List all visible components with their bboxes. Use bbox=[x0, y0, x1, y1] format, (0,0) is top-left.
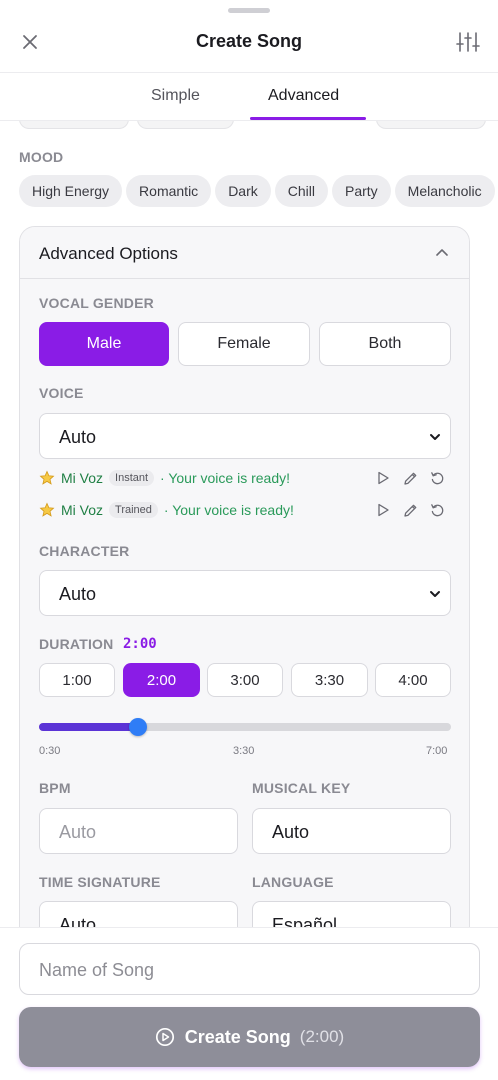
edit-voice-button[interactable] bbox=[401, 501, 419, 519]
vocal-gender-female-button[interactable]: Female bbox=[178, 322, 310, 366]
slider-max-label: 7:00 bbox=[426, 745, 448, 757]
advanced-options-panel: Advanced Options VOCAL GENDER Male Femal… bbox=[19, 226, 470, 927]
pencil-icon bbox=[403, 504, 416, 517]
create-song-label: Create Song bbox=[184, 1026, 291, 1047]
song-name-input[interactable]: Name of Song bbox=[19, 943, 480, 995]
time-signature-label: TIME SIGNATURE bbox=[39, 874, 161, 890]
create-song-duration: (2:00) bbox=[299, 1027, 345, 1046]
mood-chip-dark[interactable]: Dark bbox=[215, 175, 271, 207]
pencil-icon bbox=[403, 472, 416, 485]
tab-simple[interactable]: Simple bbox=[151, 87, 200, 105]
create-song-button[interactable]: Create Song (2:00) bbox=[19, 1007, 480, 1067]
genre-chip-partial[interactable] bbox=[19, 121, 129, 129]
character-select-value: Auto bbox=[59, 584, 97, 604]
genre-chip-partial[interactable] bbox=[137, 121, 234, 129]
duration-presets: 1:00 2:00 3:00 3:30 4:00 bbox=[39, 663, 451, 697]
genre-chip-partial[interactable] bbox=[376, 121, 486, 129]
language-input[interactable]: Español bbox=[252, 901, 451, 927]
mood-chips: High Energy Romantic Dark Chill Party Melanch… bbox=[19, 175, 498, 207]
voice-type-badge: Instant bbox=[109, 470, 155, 486]
duration-slider-fill bbox=[39, 723, 138, 731]
tab-advanced[interactable]: Advanced bbox=[268, 87, 339, 105]
voice-select[interactable]: Auto bbox=[39, 413, 451, 459]
voice-type-badge: Trained bbox=[109, 502, 158, 518]
voice-status-text: · Your voice is ready! bbox=[163, 502, 294, 518]
language-label: LANGUAGE bbox=[252, 874, 334, 890]
duration-label: DURATION bbox=[39, 636, 114, 652]
chevron-down-icon bbox=[430, 434, 440, 440]
musical-key-value: Auto bbox=[272, 822, 310, 842]
saved-voice-name: Mi Voz bbox=[61, 470, 104, 486]
character-select[interactable]: Auto bbox=[39, 570, 451, 616]
time-signature-input[interactable]: Auto bbox=[39, 901, 238, 927]
vocal-gender-label: VOCAL GENDER bbox=[39, 295, 154, 311]
duration-option-3-00[interactable]: 3:00 bbox=[207, 663, 283, 697]
character-label: CHARACTER bbox=[39, 543, 130, 559]
musical-key-input[interactable]: Auto bbox=[252, 808, 451, 854]
musical-key-label: MUSICAL KEY bbox=[252, 780, 351, 796]
sliders-icon bbox=[456, 32, 480, 52]
play-icon bbox=[378, 471, 389, 485]
voice-label: VOICE bbox=[39, 385, 84, 401]
bpm-label: BPM bbox=[39, 780, 71, 796]
duration-slider-thumb[interactable] bbox=[128, 718, 147, 736]
song-name-placeholder: Name of Song bbox=[39, 960, 155, 980]
rotate-icon bbox=[430, 471, 443, 484]
header: Create Song bbox=[0, 0, 498, 73]
advanced-options-header[interactable]: Advanced Options bbox=[20, 227, 469, 279]
voice-status-text: · Your voice is ready! bbox=[160, 470, 291, 486]
duration-slider[interactable] bbox=[39, 718, 451, 736]
saved-voice-row[interactable]: Mi Voz Instant · Your voice is ready! bbox=[39, 468, 290, 488]
rotate-icon bbox=[430, 503, 443, 516]
slider-mid-label: 3:30 bbox=[233, 745, 255, 757]
bpm-input[interactable]: Auto bbox=[39, 808, 238, 854]
settings-button[interactable] bbox=[454, 28, 482, 56]
duration-option-2-00[interactable]: 2:00 bbox=[123, 663, 200, 697]
active-tab-indicator bbox=[250, 117, 366, 120]
mood-chip-party[interactable]: Party bbox=[331, 175, 391, 207]
duration-value: 2:00 bbox=[123, 636, 157, 652]
advanced-options-title: Advanced Options bbox=[39, 244, 178, 263]
language-value: Español bbox=[272, 915, 338, 927]
time-signature-value: Auto bbox=[59, 915, 97, 927]
chevron-down-icon bbox=[430, 591, 440, 597]
play-voice-button[interactable] bbox=[374, 501, 392, 519]
scroll-content[interactable]: MOOD High Energy Romantic Dark Chill Party Me… bbox=[0, 121, 498, 927]
vocal-gender-male-button[interactable]: Male bbox=[39, 322, 169, 366]
chevron-up-icon[interactable] bbox=[434, 245, 450, 261]
saved-voice-name: Mi Voz bbox=[61, 502, 104, 518]
retrain-voice-button[interactable] bbox=[428, 501, 446, 519]
star-icon bbox=[39, 470, 55, 485]
play-icon bbox=[378, 503, 389, 517]
duration-option-1-00[interactable]: 1:00 bbox=[39, 663, 115, 697]
mood-chip-romantic[interactable]: Romantic bbox=[126, 175, 212, 207]
star-icon bbox=[39, 502, 55, 517]
page-title: Create Song bbox=[195, 31, 303, 51]
vocal-gender-both-button[interactable]: Both bbox=[319, 322, 451, 366]
mood-chip-high-energy[interactable]: High Energy bbox=[19, 175, 123, 207]
retrain-voice-button[interactable] bbox=[428, 469, 446, 487]
play-circle-icon bbox=[155, 1027, 174, 1047]
bpm-placeholder: Auto bbox=[59, 822, 97, 842]
play-voice-button[interactable] bbox=[374, 469, 392, 487]
edit-voice-button[interactable] bbox=[401, 469, 419, 487]
mood-chip-melancholic[interactable]: Melancholic bbox=[394, 175, 495, 207]
duration-option-3-30[interactable]: 3:30 bbox=[291, 663, 368, 697]
saved-voice-row[interactable]: Mi Voz Trained · Your voice is ready! bbox=[39, 500, 294, 520]
footer: Name of Song Create Song (2:00) bbox=[0, 927, 498, 1080]
mood-chip-chill[interactable]: Chill bbox=[274, 175, 328, 207]
voice-select-value: Auto bbox=[59, 427, 97, 447]
mood-label: MOOD bbox=[19, 149, 64, 165]
mode-tabs: Simple Advanced bbox=[0, 73, 498, 121]
duration-option-4-00[interactable]: 4:00 bbox=[375, 663, 451, 697]
slider-min-label: 0:30 bbox=[39, 745, 61, 757]
